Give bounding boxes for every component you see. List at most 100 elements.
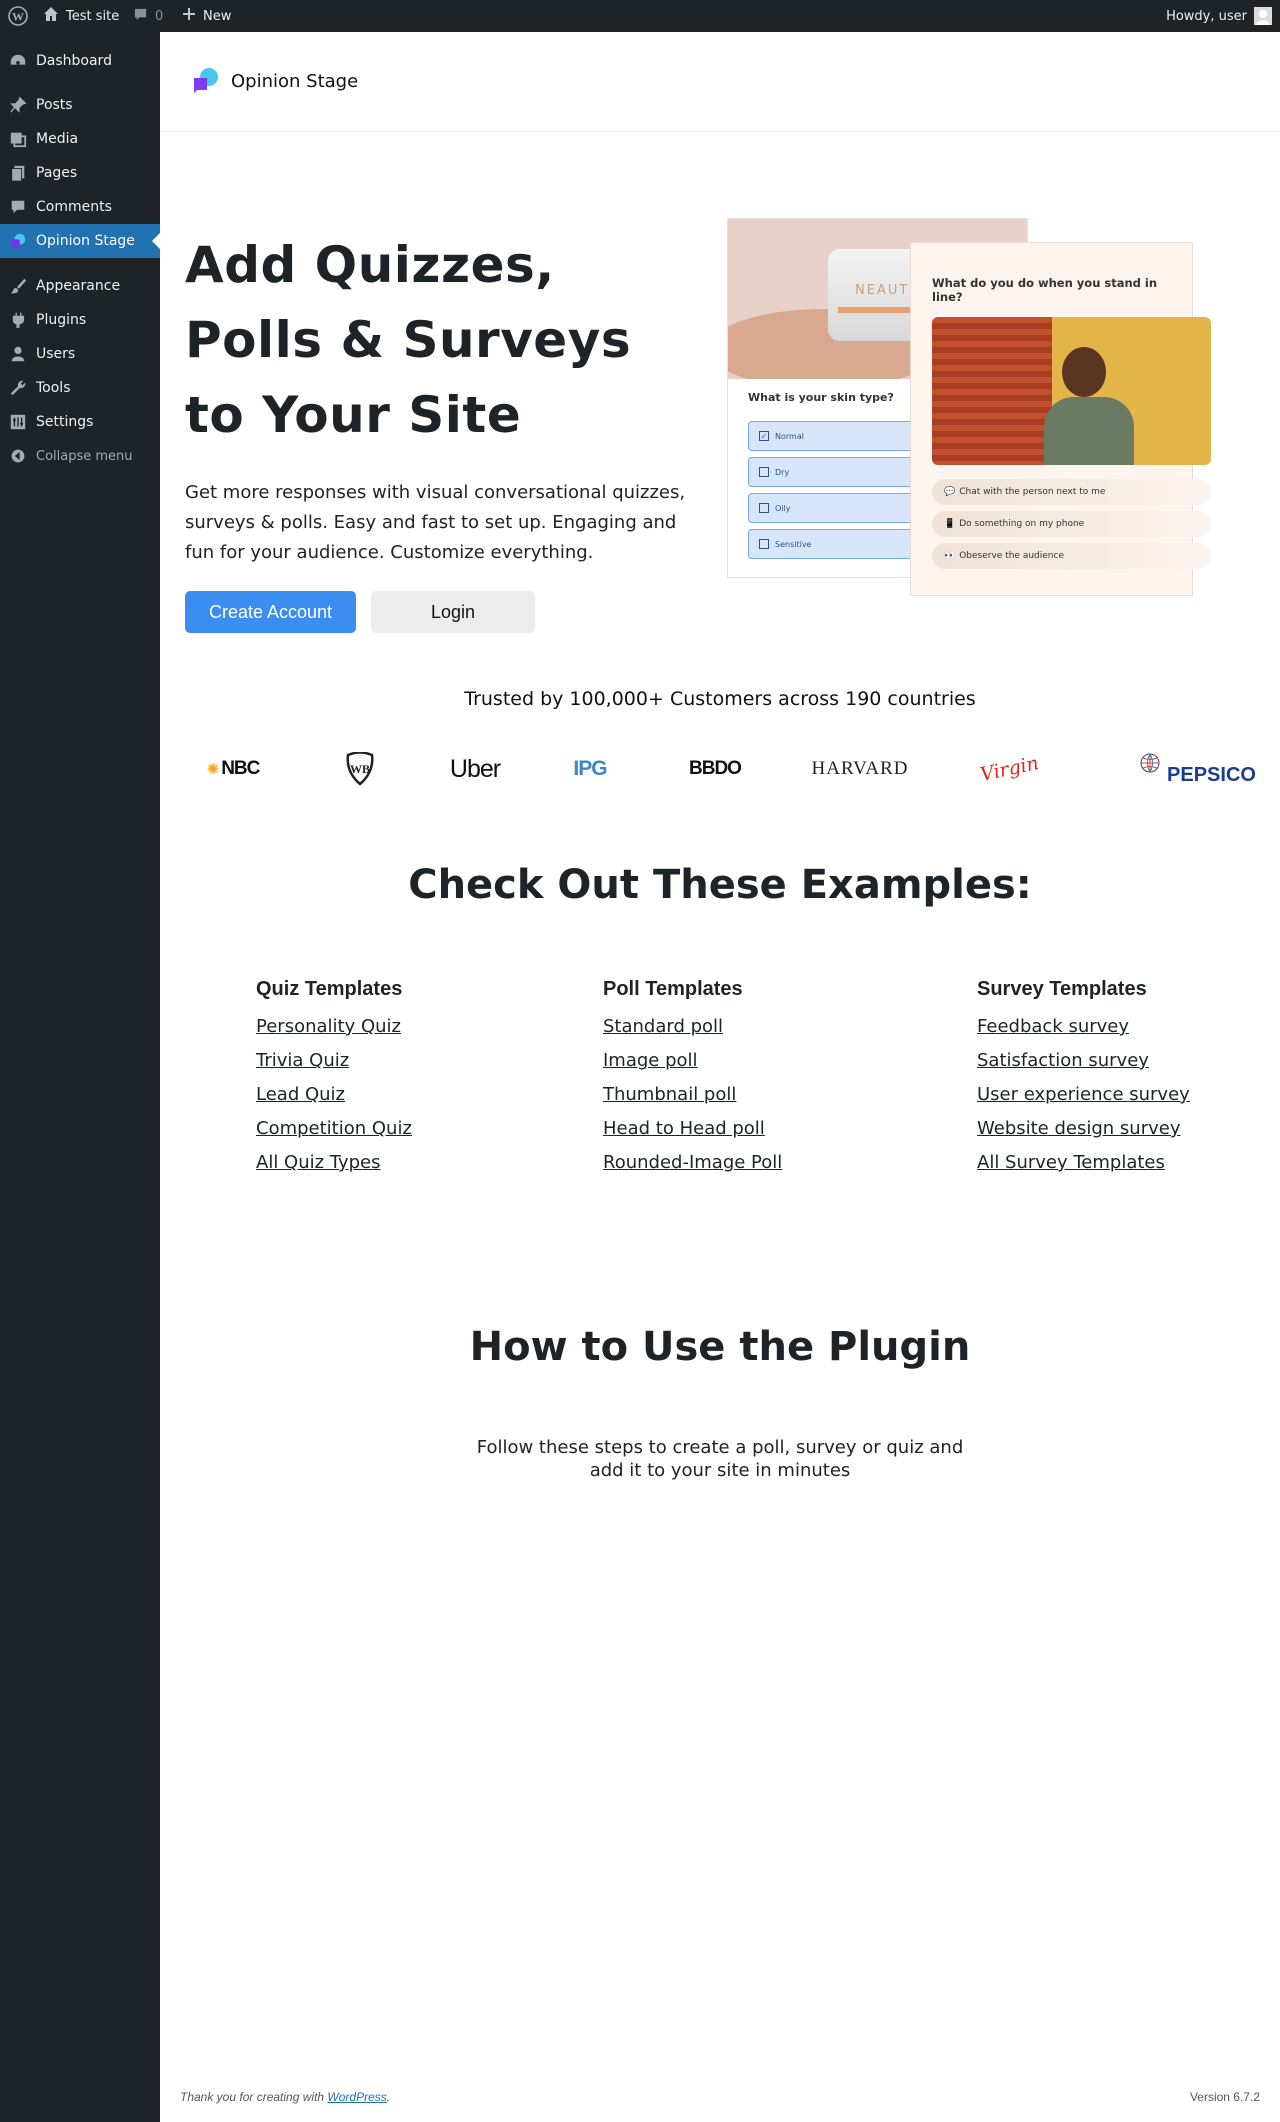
- admin-sidebar: Dashboard Posts Media Pages Comments Opi…: [0, 32, 160, 2122]
- person-image: [932, 317, 1211, 465]
- column-heading: Quiz Templates: [256, 978, 403, 1000]
- site-name: Test site: [66, 8, 120, 24]
- how-to-title: How to Use the Plugin: [469, 1324, 971, 1370]
- comment-icon: [133, 7, 148, 26]
- template-link[interactable]: Website design survey: [977, 1112, 1190, 1146]
- admin-footer: Thank you for creating with WordPress. V…: [180, 2090, 1260, 2104]
- examples-title: Check Out These Examples:: [408, 862, 1032, 908]
- how-to-subtitle: Follow these steps to create a poll, sur…: [476, 1437, 964, 1481]
- template-link[interactable]: Standard poll: [603, 1010, 782, 1044]
- plus-icon: [182, 7, 196, 25]
- my-account-link[interactable]: Howdy, user: [1166, 0, 1272, 32]
- collapse-icon: [0, 448, 36, 464]
- logo-text: Virgin: [978, 752, 1042, 786]
- logo-text: WB: [350, 762, 370, 776]
- plugin-header: Opinion Stage: [160, 32, 1280, 132]
- user-icon: [0, 345, 36, 363]
- template-link[interactable]: Image poll: [603, 1044, 782, 1078]
- template-link[interactable]: All Survey Templates: [977, 1146, 1190, 1180]
- site-name-link[interactable]: Test site: [43, 0, 119, 32]
- sidebar-item-label: Appearance: [36, 278, 121, 294]
- column-heading: Poll Templates: [603, 978, 743, 1000]
- wb-logo: WB: [342, 744, 378, 794]
- poll-preview-card: What do you do when you stand in line? 💬…: [910, 242, 1211, 596]
- sidebar-item-label: Users: [36, 346, 76, 362]
- template-link[interactable]: Feedback survey: [977, 1010, 1190, 1044]
- sidebar-item-appearance[interactable]: Appearance: [0, 269, 160, 303]
- sidebar-item-label: Comments: [36, 199, 112, 215]
- template-link[interactable]: Personality Quiz: [256, 1010, 412, 1044]
- option-label: Sensitive: [775, 539, 812, 549]
- template-link[interactable]: Head to Head poll: [603, 1112, 782, 1146]
- sidebar-item-label: Settings: [36, 414, 94, 430]
- sidebar-item-label: Dashboard: [36, 53, 112, 69]
- opinion-stage-logo-icon: [191, 66, 221, 98]
- option-label: Do something on my phone: [959, 519, 1085, 529]
- sidebar-item-users[interactable]: Users: [0, 337, 160, 371]
- ipg-logo: IPG: [560, 744, 620, 794]
- sidebar-item-label: Pages: [36, 165, 78, 181]
- template-link[interactable]: Thumbnail poll: [603, 1078, 782, 1112]
- brand-logo: Opinion Stage: [191, 66, 358, 98]
- preview-option: 💬 Chat with the person next to me: [932, 479, 1211, 505]
- sidebar-item-plugins[interactable]: Plugins: [0, 303, 160, 337]
- logo-text: Uber: [449, 754, 501, 783]
- sidebar-item-media[interactable]: Media: [0, 122, 160, 156]
- sidebar-item-label: Posts: [36, 97, 73, 113]
- phone-emoji-icon: 📱: [944, 519, 956, 529]
- template-link[interactable]: Rounded-Image Poll: [603, 1146, 782, 1180]
- checkbox-icon: [759, 503, 769, 513]
- greeting: Howdy, user: [1166, 8, 1247, 24]
- wordpress-link[interactable]: WordPress: [327, 2090, 386, 2104]
- option-label: Oily: [775, 503, 791, 513]
- sidebar-item-posts[interactable]: Posts: [0, 88, 160, 122]
- template-link[interactable]: User experience survey: [977, 1078, 1190, 1112]
- sidebar-item-opinion-stage[interactable]: Opinion Stage: [0, 224, 160, 258]
- preview-option: 👀 Obeserve the audience: [932, 543, 1211, 569]
- template-link[interactable]: All Quiz Types: [256, 1146, 412, 1180]
- logo-text: HARVARD: [811, 758, 909, 779]
- hero-title: Add Quizzes, Polls & Surveys to Your Sit…: [185, 236, 632, 444]
- footer-thanks-text: Thank you for creating with: [180, 2090, 325, 2104]
- template-link[interactable]: Satisfaction survey: [977, 1044, 1190, 1078]
- poll-templates-column: Poll Templates Standard poll Image poll …: [603, 978, 782, 1180]
- sidebar-item-pages[interactable]: Pages: [0, 156, 160, 190]
- main-content: Opinion Stage Add Quizzes, Polls & Surve…: [160, 32, 1280, 2122]
- sidebar-item-settings[interactable]: Settings: [0, 405, 160, 439]
- option-label: Obeserve the audience: [959, 551, 1064, 561]
- wordpress-logo-icon[interactable]: W: [8, 0, 28, 32]
- home-icon: [43, 6, 59, 26]
- sidebar-item-comments[interactable]: Comments: [0, 190, 160, 224]
- template-link[interactable]: Competition Quiz: [256, 1112, 412, 1146]
- checkbox-icon: [759, 467, 769, 477]
- nbc-logo: ✺ NBC: [193, 744, 273, 794]
- settings-icon: [0, 413, 36, 431]
- new-content-link[interactable]: New: [182, 0, 231, 32]
- svg-text:W: W: [12, 10, 24, 24]
- logo-text: BBDO: [689, 758, 742, 779]
- pages-icon: [0, 164, 36, 182]
- login-button[interactable]: Login: [371, 591, 535, 633]
- pepsico-logo: PEPSICO: [1110, 744, 1280, 794]
- comments-link[interactable]: 0: [133, 0, 163, 32]
- new-label: New: [203, 8, 232, 24]
- avatar: [1254, 7, 1272, 25]
- person-head: [1062, 347, 1106, 397]
- hero-subtitle: Get more responses with visual conversat…: [185, 482, 686, 563]
- uber-logo: Uber: [440, 744, 510, 794]
- checkbox-icon: [759, 539, 769, 549]
- sidebar-item-tools[interactable]: Tools: [0, 371, 160, 405]
- sidebar-item-dashboard[interactable]: Dashboard: [0, 44, 160, 78]
- opinion-stage-icon: [0, 232, 36, 250]
- preview-option: 📱 Do something on my phone: [932, 511, 1211, 537]
- bbdo-logo: BBDO: [680, 744, 750, 794]
- column-heading: Survey Templates: [977, 978, 1147, 1000]
- chat-emoji-icon: 💬: [944, 487, 956, 497]
- virgin-logo: Virgin: [978, 744, 1042, 794]
- template-link[interactable]: Trivia Quiz: [256, 1044, 412, 1078]
- create-account-button[interactable]: Create Account: [185, 591, 356, 633]
- template-link[interactable]: Lead Quiz: [256, 1078, 412, 1112]
- logo-text: PEPSICO: [1167, 763, 1256, 786]
- sidebar-item-label: Plugins: [36, 312, 87, 328]
- collapse-menu-button[interactable]: Collapse menu: [0, 439, 160, 473]
